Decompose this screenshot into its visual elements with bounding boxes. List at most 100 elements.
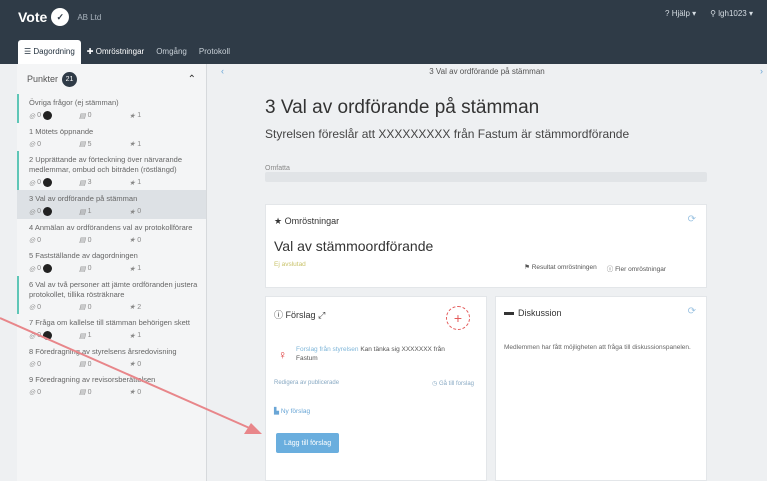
sidebar-item-label: 8 Föredragning av styrelsens årsredovisn… xyxy=(29,347,177,356)
proposal-author[interactable]: Forslag från styrelsen xyxy=(296,346,359,353)
info-icon: ⓘ xyxy=(606,266,614,273)
sidebar-item-meta: ◎ 0 ▤ 3 ★ 1 xyxy=(29,178,198,187)
unread-dot-icon xyxy=(43,264,53,273)
add-proposal-button[interactable]: Lägg till förslag xyxy=(276,433,340,453)
tab-omgang[interactable]: Omgång xyxy=(150,40,193,64)
comments-count: ◎ 0 xyxy=(29,264,79,273)
help-icon: ? xyxy=(665,9,670,18)
comment-icon: ◎ xyxy=(29,361,36,368)
brand[interactable]: Vote ✓ AB Ltd xyxy=(18,8,101,26)
help-menu[interactable]: ? Hjälp ▾ xyxy=(665,9,696,18)
proposal-prefix: Kan tänka sig xyxy=(360,346,400,353)
star-icon: ★ xyxy=(129,361,136,368)
sidebar-item-meta: ◎ 0 ▤ 0 ★ 0 xyxy=(29,236,198,245)
chevron-up-icon[interactable]: ⌃ xyxy=(188,74,196,85)
sidebar-item[interactable]: Övriga frågor (ej stämman) ◎ 0 ▤ 0 ★ 1 xyxy=(17,94,206,123)
main-content: ‹ 3 Val av ordförande på stämman › 3 Val… xyxy=(207,64,767,481)
votes-count: ★ 0 xyxy=(129,208,142,216)
clock-icon: ◷ xyxy=(432,381,438,387)
sidebar-item[interactable]: 4 Anmälan av ordförandens val av protoko… xyxy=(17,219,206,247)
refresh-icon[interactable]: ⟳ xyxy=(688,306,696,317)
sidebar-item-label: 5 Fastställande av dagordningen xyxy=(29,251,138,260)
sidebar-item-meta: ◎ 0 ▤ 0 ★ 2 xyxy=(29,303,198,312)
refresh-icon[interactable]: ⟳ xyxy=(688,214,696,225)
sidebar-item[interactable]: 5 Fastställande av dagordningen ◎ 0 ▤ 0 ★ 1 xyxy=(17,247,206,276)
votes-card-title: ★ Omröstningar xyxy=(274,216,340,226)
sidebar-item[interactable]: 8 Föredragning av styrelsens årsredovisn… xyxy=(17,343,206,371)
star-icon: ★ xyxy=(129,332,136,340)
votes-count: ★ 0 xyxy=(129,388,142,397)
document-icon: ▤ xyxy=(79,265,86,273)
proposal-footer: Redigera av publicerade ◷ Gå till forsla… xyxy=(274,380,474,387)
tip-label: Omfatta xyxy=(265,165,290,172)
sidebar-item[interactable]: 6 Val av två personer att jämte ordföran… xyxy=(17,276,206,314)
votes-count: ★ 1 xyxy=(129,179,142,187)
page-title: 3 Val av ordförande på stämman xyxy=(265,97,540,118)
sidebar-item[interactable]: 3 Val av ordförande på stämman ◎ 0 ▤ 1 ★ 0 xyxy=(17,190,206,219)
sidebar-title: Punkter xyxy=(27,74,59,84)
chevron-right-icon[interactable]: › xyxy=(760,66,763,76)
discussion-title: Diskussion xyxy=(518,308,562,318)
docs-count: ▤ 0 xyxy=(79,303,92,312)
sidebar-item[interactable]: 9 Föredragning av revisorsberättelsen ◎ 0 ▤… xyxy=(17,371,206,399)
top-right-menu: ? Hjälp ▾ ⚲ lgh1023 ▾ xyxy=(665,9,753,18)
comments-count: ◎ 0 xyxy=(29,140,42,149)
star-icon: ★ xyxy=(274,216,283,226)
document-icon: ▤ xyxy=(79,112,86,120)
brand-name: Vote xyxy=(18,9,48,25)
vote-result-link[interactable]: ⚑ Resultat omröstningen xyxy=(524,263,597,273)
sidebar-header[interactable]: Punkter 21 ⌃ xyxy=(17,64,206,94)
votes-card: ★ Omröstningar ⟳ Val av stämmoordförande… xyxy=(265,204,707,288)
user-menu[interactable]: ⚲ lgh1023 ▾ xyxy=(710,9,753,18)
sidebar-item[interactable]: 7 Fråga om kallelse till stämman behörig… xyxy=(17,314,206,343)
comments-count: ◎ 0 xyxy=(29,207,79,216)
tab-omrostningar[interactable]: ✚ Omröstningar xyxy=(81,40,150,64)
comment-icon: ◎ xyxy=(29,179,36,187)
docs-count: ▤ 1 xyxy=(79,332,92,340)
nav-tabs: ☰ Dagordning ✚ Omröstningar Omgång Proto… xyxy=(18,40,236,64)
add-proposal-icon[interactable]: + xyxy=(446,306,470,330)
star-icon: ★ xyxy=(129,208,136,216)
sidebar-item-label: 1 Mötets öppnande xyxy=(29,127,94,136)
star-icon: ★ xyxy=(129,265,136,273)
unread-dot-icon xyxy=(43,207,53,216)
comments-count: ◎ 0 xyxy=(29,111,79,120)
unread-dot-icon xyxy=(43,111,53,120)
edit-link[interactable]: Redigera av publicerade xyxy=(274,380,339,387)
comment-icon: ◎ xyxy=(29,332,36,340)
tab-protokoll[interactable]: Protokoll xyxy=(193,40,236,64)
votes-count: ★ 0 xyxy=(129,236,142,245)
sidebar-item-label: 6 Val av två personer att jämte ordföran… xyxy=(29,280,198,299)
proposal-text: Forslag från styrelsen Kan tänka sig XXX… xyxy=(296,345,466,363)
tab-dagordning[interactable]: ☰ Dagordning xyxy=(18,40,81,64)
star-icon: ★ xyxy=(129,141,136,148)
sidebar-item-meta: ◎ 0 ▤ 0 ★ 1 xyxy=(29,111,198,120)
votes-count: ★ 1 xyxy=(129,265,142,273)
more-votes-link[interactable]: ⓘ Fler omröstningar xyxy=(607,263,666,273)
sidebar-item-meta: ◎ 0 ▤ 0 ★ 0 xyxy=(29,388,198,397)
sidebar-item[interactable]: 1 Mötets öppnande ◎ 0 ▤ 5 ★ 1 xyxy=(17,123,206,151)
goto-proposal-link[interactable]: ◷ Gå till forslag xyxy=(432,380,474,387)
expand-icon[interactable]: ⤢ xyxy=(318,310,325,320)
sidebar-item-meta: ◎ 0 ▤ 5 ★ 1 xyxy=(29,140,198,149)
comment-icon: ◎ xyxy=(29,304,36,311)
docs-count: ▤ 0 xyxy=(79,388,92,397)
document-icon: ▤ xyxy=(79,237,86,244)
file-icon: ▙ xyxy=(274,408,279,415)
star-icon: ★ xyxy=(129,304,136,311)
vote-heading[interactable]: Val av stämmoordförande xyxy=(274,238,433,254)
user-icon: ⚲ xyxy=(710,9,717,18)
docs-count: ▤ 0 xyxy=(79,265,92,273)
agenda-sidebar: Punkter 21 ⌃ Övriga frågor (ej stämman) ◎… xyxy=(17,64,207,481)
document-icon: ▤ xyxy=(79,304,86,311)
sidebar-item-meta: ◎ 0 ▤ 0 ★ 1 xyxy=(29,264,198,273)
sidebar-item-meta: ◎ 0 ▤ 1 ★ 0 xyxy=(29,207,198,216)
unread-dot-icon xyxy=(43,331,53,340)
docs-count: ▤ 1 xyxy=(79,208,92,216)
comment-icon: ◎ xyxy=(29,208,36,216)
comments-count: ◎ 0 xyxy=(29,360,42,369)
new-proposal-link[interactable]: ▙ Ny förslag xyxy=(274,407,310,415)
sidebar-item[interactable]: 2 Upprättande av förteckning över närvar… xyxy=(17,151,206,190)
docs-count: ▤ 0 xyxy=(79,112,92,120)
vote-status-badge: Ej avslutad xyxy=(274,261,306,268)
